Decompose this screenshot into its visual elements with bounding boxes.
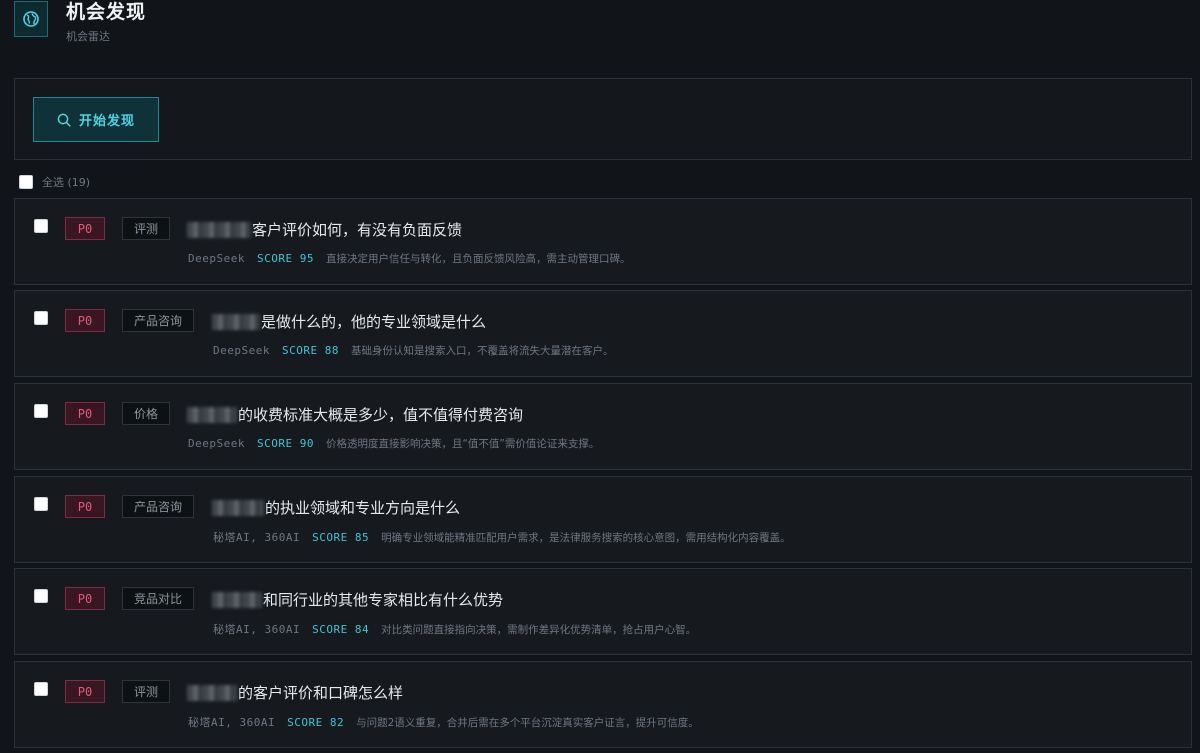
- item-checkbox[interactable]: [34, 589, 48, 603]
- item-checkbox[interactable]: [34, 311, 48, 325]
- question-text: 和同行业的其他专家相比有什么优势: [212, 589, 503, 610]
- list-item[interactable]: P0 评测 的客户评价和口碑怎么样 秘塔AI, 360AI SCORE 82 与…: [14, 661, 1192, 748]
- category-tag: 评测: [122, 217, 171, 240]
- category-tag: 评测: [122, 680, 171, 703]
- select-all-row: 全选 (19): [19, 174, 90, 190]
- item-checkbox[interactable]: [34, 404, 48, 418]
- redacted-name: [212, 591, 262, 608]
- category-tag: 竞品对比: [122, 587, 195, 610]
- item-checkbox[interactable]: [34, 497, 48, 511]
- page-title: 机会发现: [66, 1, 147, 23]
- list-item[interactable]: P0 价格 的收费标准大概是多少，值不值得付费咨询 DeepSeek SCORE…: [14, 383, 1192, 470]
- score-label: SCORE 88: [281, 344, 339, 357]
- reason-text: 对比类问题直接指向决策，需制作差异化优势清单，抢占用户心智。: [381, 623, 697, 636]
- page-header: 机会发现 机会雷达: [14, 0, 147, 43]
- platforms-label: 秘塔AI, 360AI: [213, 531, 301, 544]
- redacted-name: [212, 313, 260, 330]
- category-tag: 价格: [122, 402, 171, 425]
- platforms-label: 秘塔AI, 360AI: [213, 623, 301, 636]
- platforms-label: DeepSeek: [188, 252, 245, 265]
- globe-icon: [14, 1, 48, 37]
- list-item[interactable]: P0 评测 客户评价如何，有没有负面反馈 DeepSeek SCORE 95 直…: [14, 198, 1192, 285]
- score-label: SCORE 90: [256, 437, 314, 450]
- question-label: 是做什么的，他的专业领域是什么: [261, 313, 487, 331]
- redacted-name: [212, 499, 264, 516]
- score-label: SCORE 95: [256, 252, 314, 265]
- question-label: 的收费标准大概是多少，值不值得付费咨询: [238, 406, 524, 424]
- score-label: SCORE 82: [287, 715, 345, 729]
- category-tag: 产品咨询: [122, 495, 195, 518]
- item-meta: 秘塔AI, 360AI SCORE 82 与问题2语义重复，合并后需在多个平台沉…: [188, 714, 699, 730]
- list-item[interactable]: P0 产品咨询 的执业领域和专业方向是什么 秘塔AI, 360AI SCORE …: [14, 476, 1192, 563]
- item-meta: DeepSeek SCORE 95 直接决定用户信任与转化，且负面反馈风险高，需…: [188, 251, 630, 266]
- priority-badge: P0: [65, 309, 105, 332]
- redacted-name: [187, 684, 237, 701]
- page-subtitle: 机会雷达: [66, 30, 110, 43]
- toolbar-panel: 开始发现: [14, 78, 1192, 160]
- priority-badge: P0: [65, 495, 105, 518]
- priority-badge: P0: [65, 217, 105, 240]
- start-discovery-button[interactable]: 开始发现: [33, 97, 159, 142]
- reason-text: 直接决定用户信任与转化，且负面反馈风险高，需主动管理口碑。: [325, 253, 631, 265]
- question-label: 和同行业的其他专家相比有什么优势: [263, 591, 504, 609]
- item-meta: DeepSeek SCORE 90 价格透明度直接影响决策，且“值不值”需价值论…: [188, 436, 599, 451]
- select-all-label: 全选 (19): [42, 176, 91, 189]
- search-icon: [57, 113, 71, 127]
- platforms-label: DeepSeek: [213, 344, 270, 357]
- list-item[interactable]: P0 产品咨询 是做什么的，他的专业领域是什么 DeepSeek SCORE 8…: [14, 290, 1192, 377]
- question-text: 的客户评价和口碑怎么样: [187, 682, 403, 703]
- priority-badge: P0: [65, 680, 105, 703]
- redacted-name: [187, 221, 251, 238]
- question-label: 的执业领域和专业方向是什么: [265, 499, 461, 517]
- item-checkbox[interactable]: [34, 219, 48, 233]
- redacted-name: [187, 406, 237, 423]
- priority-badge: P0: [65, 402, 105, 425]
- question-text: 的收费标准大概是多少，值不值得付费咨询: [187, 404, 523, 425]
- question-label: 客户评价如何，有没有负面反馈: [252, 221, 463, 239]
- opportunity-discovery-page: 机会发现 机会雷达 开始发现 全选 (19) P0 评测 客户评价如何，有没有负…: [0, 0, 1200, 753]
- question-label: 的客户评价和口碑怎么样: [238, 684, 404, 702]
- select-all-checkbox[interactable]: [19, 175, 33, 189]
- item-meta: 秘塔AI, 360AI SCORE 84 对比类问题直接指向决策，需制作差异化优…: [213, 621, 696, 637]
- reason-text: 明确专业领域能精准匹配用户需求，是法律服务搜索的核心意图，需用结构化内容覆盖。: [381, 531, 791, 544]
- score-label: SCORE 85: [312, 530, 370, 544]
- reason-text: 基础身份认知是搜索入口，不覆盖将流失大量潜在客户。: [350, 345, 614, 357]
- start-discovery-label: 开始发现: [78, 114, 135, 129]
- item-meta: 秘塔AI, 360AI SCORE 85 明确专业领域能精准匹配用户需求，是法律…: [213, 529, 791, 545]
- item-checkbox[interactable]: [34, 682, 48, 696]
- question-text: 的执业领域和专业方向是什么: [212, 497, 460, 518]
- reason-text: 与问题2语义重复，合并后需在多个平台沉淀真实客户证言，提升可信度。: [356, 716, 699, 729]
- category-tag: 产品咨询: [122, 309, 195, 332]
- reason-text: 价格透明度直接影响决策，且“值不值”需价值论证来支撑。: [325, 438, 600, 450]
- question-text: 客户评价如何，有没有负面反馈: [187, 219, 462, 240]
- score-label: SCORE 84: [312, 622, 370, 636]
- priority-badge: P0: [65, 587, 105, 610]
- platforms-label: 秘塔AI, 360AI: [188, 716, 276, 729]
- item-meta: DeepSeek SCORE 88 基础身份认知是搜索入口，不覆盖将流失大量潜在…: [213, 343, 613, 358]
- question-text: 是做什么的，他的专业领域是什么: [212, 311, 486, 332]
- list-item[interactable]: P0 竞品对比 和同行业的其他专家相比有什么优势 秘塔AI, 360AI SCO…: [14, 568, 1192, 655]
- platforms-label: DeepSeek: [188, 437, 245, 450]
